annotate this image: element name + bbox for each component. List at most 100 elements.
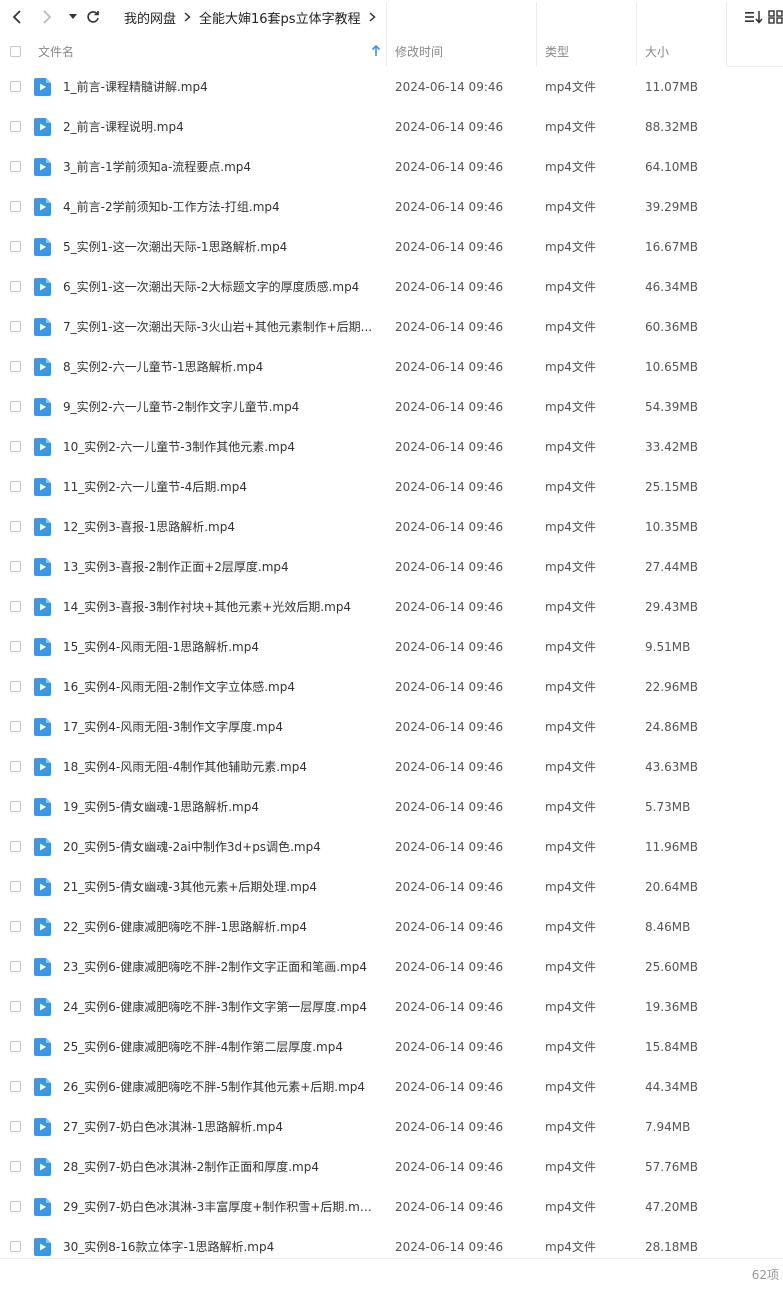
row-checkbox[interactable] [10,1121,21,1132]
file-row[interactable]: 17_实例4-风雨无阻-3制作文字厚度.mp4 2024-06-14 09:46 m… [0,707,783,747]
breadcrumb-item-root[interactable]: 我的网盘 [124,8,176,27]
row-checkbox[interactable] [10,201,21,212]
file-name[interactable]: 5_实例1-这一次潮出天际-1思路解析.mp4 [63,227,375,267]
row-checkbox[interactable] [10,161,21,172]
file-name[interactable]: 28_实例7-奶白色冰淇淋-2制作正面和厚度.mp4 [63,1147,375,1187]
column-header-name[interactable]: 文件名 [38,36,383,66]
row-checkbox[interactable] [10,521,21,532]
row-checkbox[interactable] [10,1001,21,1012]
sort-button[interactable] [744,8,764,26]
file-row[interactable]: 20_实例5-倩女幽魂-2ai中制作3d+ps调色.mp4 2024-06-14 … [0,827,783,867]
row-checkbox[interactable] [10,281,21,292]
file-name[interactable]: 10_实例2-六一儿童节-3制作其他元素.mp4 [63,427,375,467]
forward-button[interactable] [36,6,58,28]
file-name[interactable]: 16_实例4-风雨无阻-2制作文字立体感.mp4 [63,667,375,707]
row-checkbox[interactable] [10,441,21,452]
row-checkbox[interactable] [10,841,21,852]
file-name[interactable]: 23_实例6-健康减肥嗨吃不胖-2制作文字正面和笔画.mp4 [63,947,375,987]
file-name[interactable]: 13_实例3-喜报-2制作正面+2层厚度.mp4 [63,547,375,587]
file-row[interactable]: 21_实例5-倩女幽魂-3其他元素+后期处理.mp4 2024-06-14 09:… [0,867,783,907]
row-checkbox[interactable] [10,241,21,252]
row-checkbox[interactable] [10,561,21,572]
row-checkbox[interactable] [10,681,21,692]
file-name[interactable]: 14_实例3-喜报-3制作衬块+其他元素+光效后期.mp4 [63,587,375,627]
row-checkbox[interactable] [10,601,21,612]
file-row[interactable]: 9_实例2-六一儿童节-2制作文字儿童节.mp4 2024-06-14 09:46… [0,387,783,427]
row-checkbox[interactable] [10,321,21,332]
row-checkbox[interactable] [10,761,21,772]
row-checkbox[interactable] [10,1161,21,1172]
file-row[interactable]: 6_实例1-这一次潮出天际-2大标题文字的厚度质感.mp4 2024-06-14 … [0,267,783,307]
file-name[interactable]: 17_实例4-风雨无阻-3制作文字厚度.mp4 [63,707,375,747]
row-checkbox[interactable] [10,921,21,932]
file-row[interactable]: 19_实例5-倩女幽魂-1思路解析.mp4 2024-06-14 09:46 mp4… [0,787,783,827]
column-header-type[interactable]: 类型 [545,36,569,66]
file-row[interactable]: 28_实例7-奶白色冰淇淋-2制作正面和厚度.mp4 2024-06-14 09:… [0,1147,783,1187]
file-row[interactable]: 12_实例3-喜报-1思路解析.mp4 2024-06-14 09:46 mp4文件… [0,507,783,547]
file-name[interactable]: 18_实例4-风雨无阻-4制作其他辅助元素.mp4 [63,747,375,787]
row-checkbox[interactable] [10,721,21,732]
row-checkbox[interactable] [10,121,21,132]
file-row[interactable]: 1_前言-课程精髓讲解.mp4 2024-06-14 09:46 mp4文件 11.0… [0,67,783,107]
file-row[interactable]: 30_实例8-16款立体字-1思路解析.mp4 2024-06-14 09:46 m… [0,1227,783,1267]
file-name[interactable]: 21_实例5-倩女幽魂-3其他元素+后期处理.mp4 [63,867,375,907]
file-row[interactable]: 13_实例3-喜报-2制作正面+2层厚度.mp4 2024-06-14 09:46… [0,547,783,587]
file-row[interactable]: 15_实例4-风雨无阻-1思路解析.mp4 2024-06-14 09:46 mp4… [0,627,783,667]
file-name[interactable]: 30_实例8-16款立体字-1思路解析.mp4 [63,1227,375,1267]
file-name[interactable]: 4_前言-2学前须知b-工作方法-打组.mp4 [63,187,375,227]
file-name[interactable]: 6_实例1-这一次潮出天际-2大标题文字的厚度质感.mp4 [63,267,375,307]
file-name[interactable]: 11_实例2-六一儿童节-4后期.mp4 [63,467,375,507]
file-row[interactable]: 8_实例2-六一儿童节-1思路解析.mp4 2024-06-14 09:46 mp4… [0,347,783,387]
back-button[interactable] [6,6,28,28]
file-name[interactable]: 29_实例7-奶白色冰淇淋-3丰富厚度+制作积雪+后期.mp4 [63,1187,375,1227]
file-row[interactable]: 5_实例1-这一次潮出天际-1思路解析.mp4 2024-06-14 09:46 m… [0,227,783,267]
column-header-size[interactable]: 大小 [645,36,669,66]
row-checkbox[interactable] [10,881,21,892]
column-divider[interactable] [536,2,537,66]
file-row[interactable]: 7_实例1-这一次潮出天际-3火山岩+其他元素制作+后期... 2024-06-1… [0,307,783,347]
file-row[interactable]: 14_实例3-喜报-3制作衬块+其他元素+光效后期.mp4 2024-06-14 … [0,587,783,627]
file-row[interactable]: 2_前言-课程说明.mp4 2024-06-14 09:46 mp4文件 88.32M… [0,107,783,147]
file-row[interactable]: 26_实例6-健康减肥嗨吃不胖-5制作其他元素+后期.mp4 2024-06-14… [0,1067,783,1107]
file-name[interactable]: 1_前言-课程精髓讲解.mp4 [63,67,375,107]
file-row[interactable]: 23_实例6-健康减肥嗨吃不胖-2制作文字正面和笔画.mp4 2024-06-14… [0,947,783,987]
file-name[interactable]: 24_实例6-健康减肥嗨吃不胖-3制作文字第一层厚度.mp4 [63,987,375,1027]
row-checkbox[interactable] [10,81,21,92]
select-all-checkbox[interactable] [10,45,21,57]
file-name[interactable]: 19_实例5-倩女幽魂-1思路解析.mp4 [63,787,375,827]
column-divider[interactable] [726,2,727,66]
file-name[interactable]: 20_实例5-倩女幽魂-2ai中制作3d+ps调色.mp4 [63,827,375,867]
file-name[interactable]: 7_实例1-这一次潮出天际-3火山岩+其他元素制作+后期... [63,307,375,347]
file-name[interactable]: 9_实例2-六一儿童节-2制作文字儿童节.mp4 [63,387,375,427]
file-name[interactable]: 3_前言-1学前须知a-流程要点.mp4 [63,147,375,187]
file-row[interactable]: 27_实例7-奶白色冰淇淋-1思路解析.mp4 2024-06-14 09:46 m… [0,1107,783,1147]
column-header-modified[interactable]: 修改时间 [395,36,443,66]
file-name[interactable]: 12_实例3-喜报-1思路解析.mp4 [63,507,375,547]
row-checkbox[interactable] [10,961,21,972]
breadcrumb-item-folder[interactable]: 全能大婶16套ps立体字教程 [199,8,361,27]
file-row[interactable]: 22_实例6-健康减肥嗨吃不胖-1思路解析.mp4 2024-06-14 09:4… [0,907,783,947]
refresh-button[interactable] [82,6,104,28]
row-checkbox[interactable] [10,481,21,492]
row-checkbox[interactable] [10,641,21,652]
row-checkbox[interactable] [10,1041,21,1052]
file-name[interactable]: 15_实例4-风雨无阻-1思路解析.mp4 [63,627,375,667]
column-divider[interactable] [636,2,637,66]
file-name[interactable]: 27_实例7-奶白色冰淇淋-1思路解析.mp4 [63,1107,375,1147]
row-checkbox[interactable] [10,801,21,812]
row-checkbox[interactable] [10,361,21,372]
row-checkbox[interactable] [10,1241,21,1252]
history-dropdown-button[interactable] [62,6,84,28]
row-checkbox[interactable] [10,1081,21,1092]
file-row[interactable]: 29_实例7-奶白色冰淇淋-3丰富厚度+制作积雪+后期.mp4 2024-06-1… [0,1187,783,1227]
file-name[interactable]: 26_实例6-健康减肥嗨吃不胖-5制作其他元素+后期.mp4 [63,1067,375,1107]
file-row[interactable]: 25_实例6-健康减肥嗨吃不胖-4制作第二层厚度.mp4 2024-06-14 0… [0,1027,783,1067]
file-row[interactable]: 16_实例4-风雨无阻-2制作文字立体感.mp4 2024-06-14 09:46… [0,667,783,707]
row-checkbox[interactable] [10,1201,21,1212]
file-row[interactable]: 24_实例6-健康减肥嗨吃不胖-3制作文字第一层厚度.mp4 2024-06-14… [0,987,783,1027]
file-row[interactable]: 18_实例4-风雨无阻-4制作其他辅助元素.mp4 2024-06-14 09:4… [0,747,783,787]
file-row[interactable]: 4_前言-2学前须知b-工作方法-打组.mp4 2024-06-14 09:46 m… [0,187,783,227]
file-name[interactable]: 2_前言-课程说明.mp4 [63,107,375,147]
file-name[interactable]: 8_实例2-六一儿童节-1思路解析.mp4 [63,347,375,387]
file-name[interactable]: 25_实例6-健康减肥嗨吃不胖-4制作第二层厚度.mp4 [63,1027,375,1067]
